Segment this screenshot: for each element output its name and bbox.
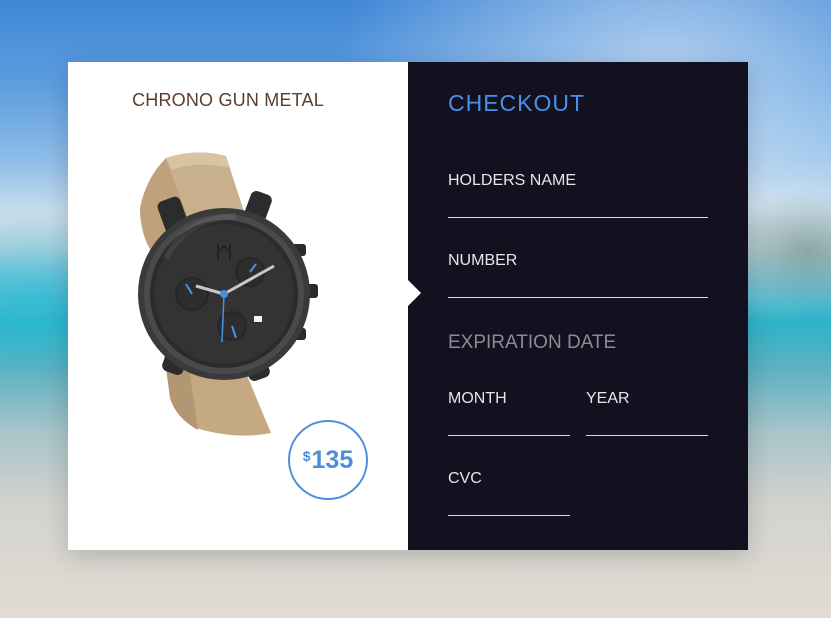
price-amount: 135 <box>311 445 354 474</box>
cvc-label: CVC <box>448 470 482 487</box>
year-underline <box>586 435 708 436</box>
expiration-date-label: EXPIRATION DATE <box>448 332 617 353</box>
cvc-input[interactable] <box>448 494 570 514</box>
number-underline <box>448 297 708 298</box>
holders-name-underline <box>448 217 708 218</box>
month-input[interactable] <box>448 414 570 434</box>
triangle-pointer-icon <box>408 280 421 306</box>
number-label: NUMBER <box>448 252 518 269</box>
checkout-title: CHECKOUT <box>448 90 586 116</box>
cvc-underline <box>448 515 570 516</box>
number-field[interactable]: NUMBER <box>448 252 708 298</box>
holders-name-field[interactable]: HOLDERS NAME <box>448 172 708 218</box>
cvc-field[interactable]: CVC <box>448 470 570 516</box>
month-underline <box>448 435 570 436</box>
watch-image <box>138 152 318 436</box>
year-field[interactable]: YEAR <box>586 390 708 436</box>
price-badge: $ 135 <box>288 420 368 500</box>
product-title: CHRONO GUN METAL <box>132 90 324 110</box>
product-panel: CHRONO GUN METAL $ 135 <box>68 62 408 550</box>
month-field[interactable]: MONTH <box>448 390 570 436</box>
checkout-card: CHRONO GUN METAL $ 135 CHECKOUT HOLDERS … <box>68 62 748 550</box>
checkout-panel: CHECKOUT HOLDERS NAME NUMBER EXPIRATION … <box>408 62 748 550</box>
year-input[interactable] <box>586 414 708 434</box>
holders-name-input[interactable] <box>448 196 708 216</box>
number-input[interactable] <box>448 276 708 296</box>
price-currency: $ <box>302 448 311 464</box>
month-label: MONTH <box>448 390 507 407</box>
holders-name-label: HOLDERS NAME <box>448 172 577 189</box>
year-label: YEAR <box>586 390 630 407</box>
